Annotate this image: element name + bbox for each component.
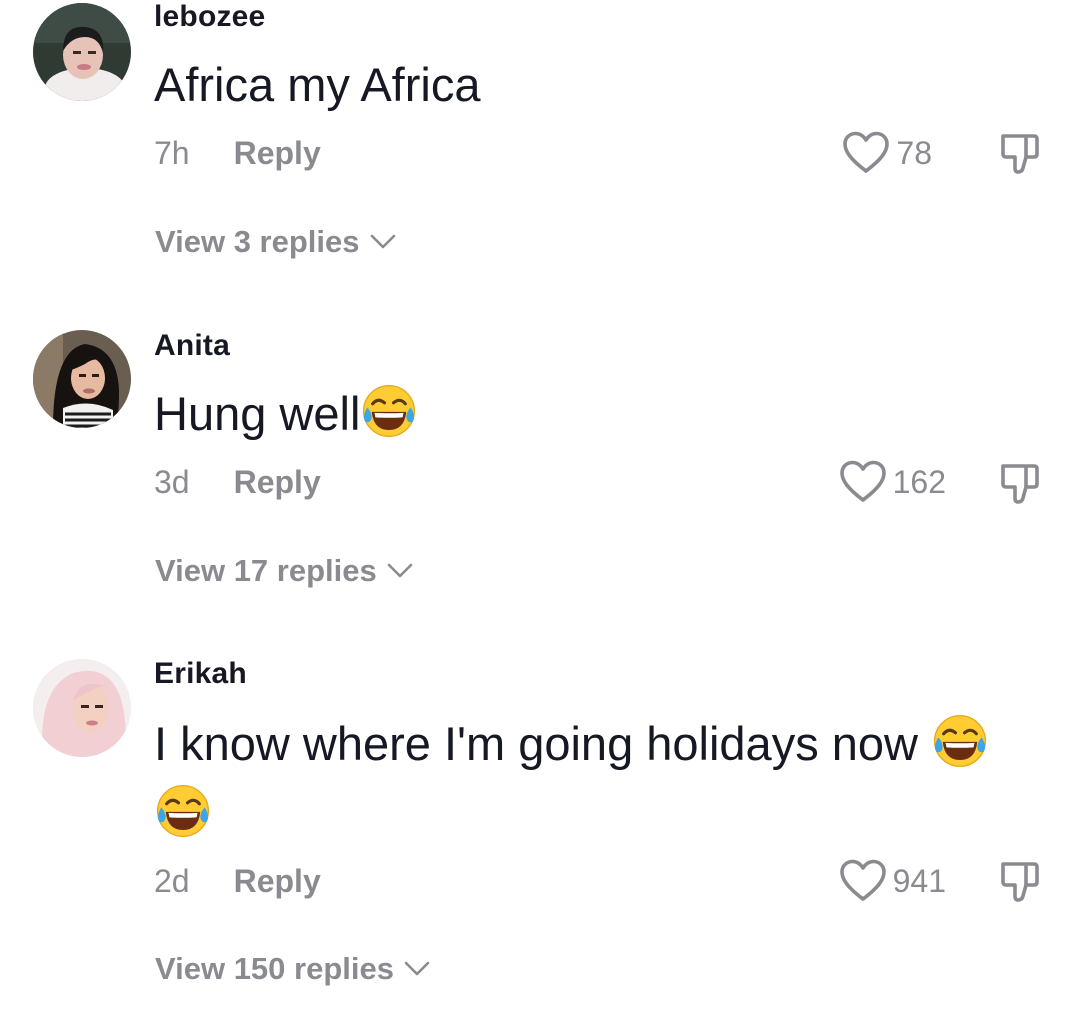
heart-icon xyxy=(839,460,887,504)
avatar-photo-icon xyxy=(33,330,131,428)
face-with-tears-of-joy-icon xyxy=(154,782,212,840)
face-with-tears-of-joy-icon xyxy=(931,712,989,770)
comment-username[interactable]: lebozee xyxy=(154,0,265,34)
heart-icon xyxy=(842,131,890,175)
comment-time: 3d xyxy=(154,463,190,500)
user-avatar[interactable] xyxy=(33,3,131,101)
reply-button[interactable]: Reply xyxy=(234,135,321,172)
reply-button[interactable]: Reply xyxy=(234,863,321,900)
face-with-tears-of-joy-icon xyxy=(360,382,418,440)
comment-meta: 3d Reply xyxy=(154,460,321,504)
like-count: 162 xyxy=(892,463,946,500)
comment-meta: 2d Reply xyxy=(154,859,321,903)
view-replies-button[interactable]: View 150 replies xyxy=(155,951,430,987)
chevron-down-icon xyxy=(404,961,430,977)
user-avatar[interactable] xyxy=(33,659,131,757)
comment-meta: 7h Reply xyxy=(154,131,321,175)
view-replies-label: View 150 replies xyxy=(155,951,394,986)
view-replies-button[interactable]: View 3 replies xyxy=(155,224,396,260)
reply-button[interactable]: Reply xyxy=(234,464,321,501)
dislike-icon[interactable] xyxy=(996,460,1044,508)
view-replies-label: View 3 replies xyxy=(155,224,360,259)
user-avatar[interactable] xyxy=(33,330,131,428)
chevron-down-icon xyxy=(387,563,413,579)
like-count: 78 xyxy=(896,134,932,171)
avatar-photo-icon xyxy=(33,659,131,757)
avatar-photo-icon xyxy=(33,3,131,101)
chevron-down-icon xyxy=(370,234,396,250)
like-button[interactable]: 162 xyxy=(839,460,946,504)
comment-text: I know where I'm going holidays now xyxy=(154,709,1054,849)
like-button[interactable]: 78 xyxy=(842,131,932,175)
comment-text: Africa my Africa xyxy=(154,58,481,111)
view-replies-label: View 17 replies xyxy=(155,553,377,588)
dislike-icon[interactable] xyxy=(996,858,1044,906)
dislike-icon[interactable] xyxy=(996,130,1044,178)
comment-text: Hung well xyxy=(154,379,1054,449)
like-count: 941 xyxy=(892,862,946,899)
view-replies-button[interactable]: View 17 replies xyxy=(155,553,413,589)
comment-username[interactable]: Erikah xyxy=(154,657,247,691)
comment-username[interactable]: Anita xyxy=(154,329,230,363)
heart-icon xyxy=(839,859,887,903)
comment-time: 2d xyxy=(154,862,190,899)
like-button[interactable]: 941 xyxy=(839,859,946,903)
comment-time: 7h xyxy=(154,134,190,171)
